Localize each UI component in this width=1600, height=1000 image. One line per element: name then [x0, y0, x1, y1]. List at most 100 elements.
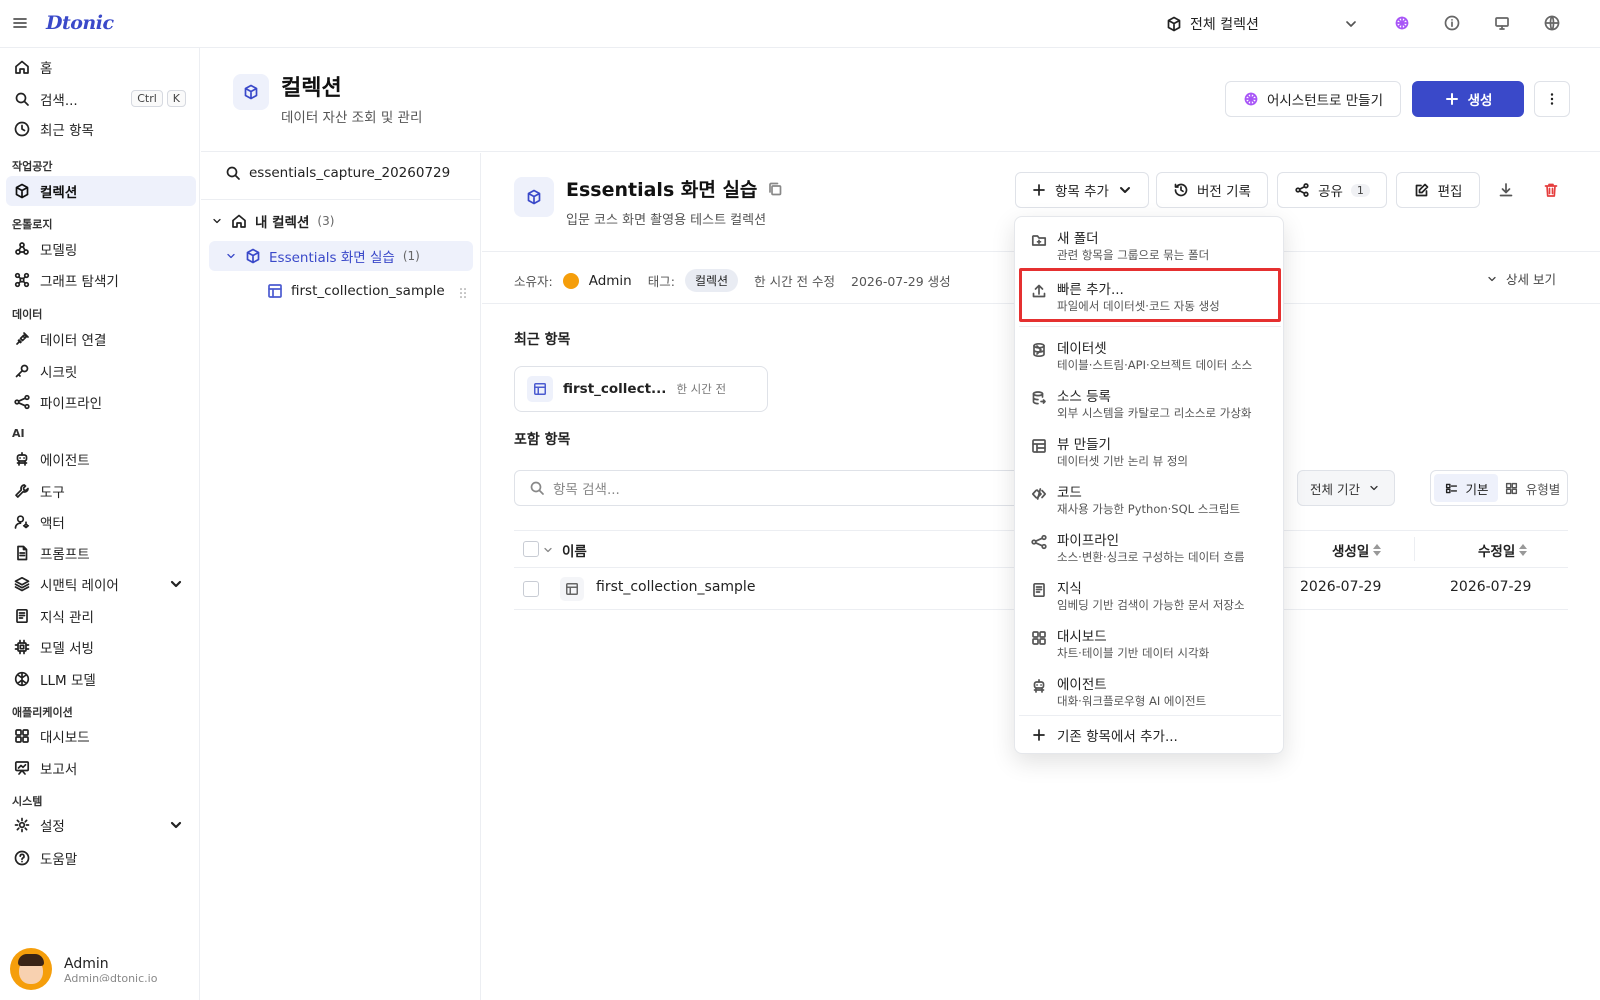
- trash-icon[interactable]: [1543, 182, 1559, 198]
- create-button[interactable]: 생성: [1412, 81, 1524, 117]
- column-header-name[interactable]: 이름: [562, 540, 587, 560]
- detail-view-toggle[interactable]: 상세 보기: [1484, 269, 1556, 288]
- help-icon: [14, 850, 30, 866]
- edit-icon: [1414, 182, 1430, 198]
- row-name[interactable]: first_collection_sample: [596, 579, 755, 595]
- sidebar-item-label: 최근 항목: [40, 123, 94, 139]
- sort-icon: [1373, 544, 1382, 556]
- sidebar-item-model-serving[interactable]: 모델 서빙: [6, 632, 196, 662]
- copy-icon[interactable]: [767, 181, 783, 197]
- menu-item-register-source[interactable]: 소스 등록 외부 시스템을 카탈로그 리소스로 가상화: [1015, 379, 1285, 425]
- share-button[interactable]: 공유 1: [1277, 172, 1387, 208]
- menu-item-label: 뷰 만들기: [1057, 437, 1111, 453]
- select-all-checkbox[interactable]: [523, 541, 539, 557]
- ai-sparkle-icon[interactable]: [1394, 15, 1410, 31]
- menu-item-code[interactable]: 코드 재사용 가능한 Python·SQL 스크립트: [1015, 475, 1285, 521]
- tree-search-input[interactable]: essentials_capture_20260729: [225, 165, 450, 181]
- sidebar-item-graph-explorer[interactable]: 그래프 탐색기: [6, 265, 196, 295]
- divider: [1019, 326, 1281, 327]
- recent-item-card[interactable]: first_collect... 한 시간 전: [514, 366, 768, 412]
- menu-item-label: 새 폴더: [1057, 231, 1099, 247]
- sidebar-item-agents[interactable]: 에이전트: [6, 444, 196, 474]
- share-count-badge: 1: [1350, 183, 1370, 197]
- sidebar-item-label: 프롬프트: [40, 547, 90, 563]
- tree-item-first-collection-sample[interactable]: first_collection_sample: [267, 283, 445, 299]
- recent-items-title: 최근 항목: [514, 332, 571, 348]
- chevron-down-icon[interactable]: [540, 542, 556, 558]
- chevron-down-icon: [1117, 182, 1133, 198]
- sidebar-item-home[interactable]: 홈: [6, 52, 196, 82]
- chevron-right-icon: [1031, 342, 1047, 358]
- user-profile[interactable]: Admin Admin@dtonic.io: [10, 948, 157, 990]
- row-checkbox[interactable]: [523, 581, 539, 597]
- menu-item-desc: 외부 시스템을 카탈로그 리소스로 가상화: [1057, 406, 1252, 420]
- robot-icon: [1031, 678, 1047, 694]
- add-item-button[interactable]: 항목 추가: [1015, 172, 1149, 208]
- sidebar-item-label: 설정: [40, 819, 65, 835]
- sidebar-item-settings[interactable]: 설정: [6, 810, 196, 840]
- info-icon[interactable]: [1444, 15, 1460, 31]
- grid-icon: [1504, 480, 1520, 496]
- page-title: 컬렉션: [281, 76, 342, 101]
- menu-item-new-folder[interactable]: 새 폴더 관련 항목을 그룹으로 묶는 폴더: [1015, 221, 1285, 267]
- chevron-down-icon[interactable]: [168, 576, 184, 592]
- chevron-down-icon[interactable]: [225, 248, 237, 264]
- sidebar-item-tools[interactable]: 도구: [6, 476, 196, 506]
- period-filter-dropdown[interactable]: 전체 기간: [1297, 470, 1395, 506]
- sidebar-item-label: 보고서: [40, 762, 78, 778]
- sidebar-item-prompts[interactable]: 프롬프트: [6, 538, 196, 568]
- download-icon[interactable]: [1498, 182, 1514, 198]
- menu-item-label: 데이터셋: [1057, 341, 1107, 357]
- column-header-modified[interactable]: 수정일: [1478, 540, 1528, 560]
- collection-scope-selector[interactable]: 전체 컬렉션: [1166, 14, 1259, 34]
- recent-item-time: 한 시간 전: [676, 382, 727, 396]
- app-logo[interactable]: Dtonic: [46, 12, 114, 34]
- view-by-type-label: 유형별: [1525, 481, 1561, 497]
- sidebar-item-llm-models[interactable]: LLM 모델: [6, 664, 196, 694]
- sidebar-item-pipeline[interactable]: 파이프라인: [6, 387, 196, 417]
- menu-item-dashboard[interactable]: 대시보드 차트·테이블 기반 데이터 시각화: [1015, 619, 1285, 665]
- menu-item-create-view[interactable]: 뷰 만들기 데이터셋 기반 논리 뷰 정의: [1015, 427, 1285, 473]
- view-basic-button[interactable]: 기본: [1434, 474, 1498, 502]
- edit-button[interactable]: 편집: [1396, 172, 1480, 208]
- more-options-button[interactable]: [1534, 81, 1570, 117]
- chevron-down-icon[interactable]: [211, 213, 223, 229]
- chevron-down-icon[interactable]: [168, 817, 184, 833]
- sidebar-item-dashboards[interactable]: 대시보드: [6, 721, 196, 751]
- sidebar-item-search[interactable]: 검색... Ctrl K: [6, 84, 196, 114]
- sidebar-item-modeling[interactable]: 모델링: [6, 234, 196, 264]
- modified-time: 한 시간 전 수정: [754, 274, 836, 289]
- sidebar-item-knowledge[interactable]: 지식 관리: [6, 601, 196, 631]
- sidebar-item-semantic-layer[interactable]: 시맨틱 레이어: [6, 569, 196, 599]
- sidebar-item-collections[interactable]: 컬렉션: [6, 176, 196, 206]
- table-icon: [267, 283, 283, 299]
- item-search-input[interactable]: 항목 검색...: [514, 470, 1054, 506]
- book-icon: [14, 608, 30, 624]
- drag-handle-icon[interactable]: [455, 285, 471, 301]
- sidebar-item-reports[interactable]: 보고서: [6, 753, 196, 783]
- clock-icon: [14, 121, 30, 137]
- tag-badge[interactable]: 컬렉션: [684, 269, 739, 292]
- chevron-down-icon[interactable]: [1343, 16, 1359, 32]
- version-history-button[interactable]: 버전 기록: [1156, 172, 1268, 208]
- menu-item-knowledge[interactable]: 지식 임베딩 기반 검색이 가능한 문서 저장소: [1015, 571, 1285, 617]
- tree-item-my-collections[interactable]: 내 컬렉션 (3): [211, 211, 334, 231]
- monitor-icon[interactable]: [1494, 15, 1510, 31]
- tree-item-essentials[interactable]: Essentials 화면 실습 (1): [209, 241, 473, 271]
- sidebar-item-recent[interactable]: 최근 항목: [6, 114, 196, 144]
- sidebar-item-actors[interactable]: 액터: [6, 507, 196, 537]
- menu-item-agent[interactable]: 에이전트 대화·워크플로우형 AI 에이전트: [1015, 667, 1285, 713]
- sidebar-item-data-connection[interactable]: 데이터 연결: [6, 324, 196, 354]
- globe-icon[interactable]: [1544, 15, 1560, 31]
- sidebar-item-secrets[interactable]: 시크릿: [6, 356, 196, 386]
- menu-item-pipeline[interactable]: 파이프라인 소스·변환·싱크로 구성하는 데이터 흐름: [1015, 523, 1285, 569]
- menu-item-add-existing[interactable]: 기존 항목에서 추가...: [1031, 725, 1178, 745]
- view-by-type-button[interactable]: 유형별: [1500, 474, 1564, 502]
- assistant-create-button[interactable]: 어시스턴트로 만들기: [1225, 81, 1401, 117]
- sidebar-item-help[interactable]: 도움말: [6, 843, 196, 873]
- menu-item-dataset[interactable]: 데이터셋 테이블·스트림·API·오브젝트 데이터 소스: [1015, 331, 1285, 377]
- menu-item-label: 지식: [1057, 581, 1082, 597]
- column-divider: [1414, 537, 1415, 561]
- column-header-created[interactable]: 생성일: [1332, 540, 1382, 560]
- menu-icon[interactable]: [12, 15, 28, 31]
